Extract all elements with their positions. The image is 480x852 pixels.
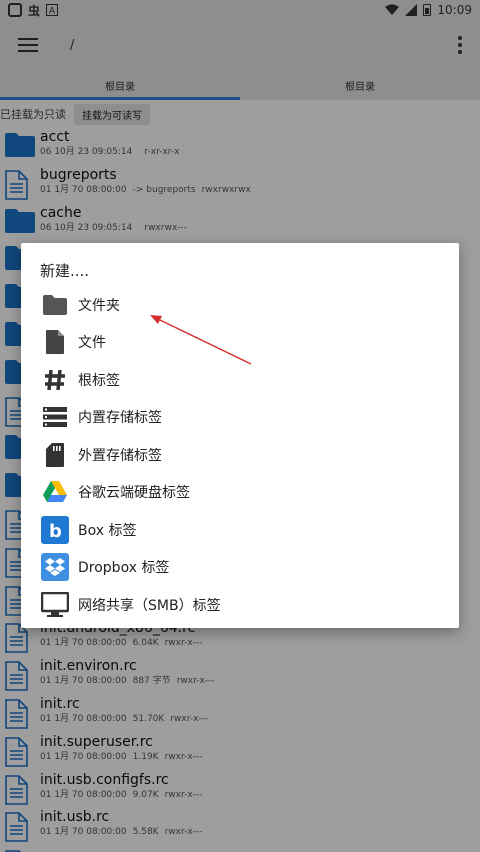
google-drive-icon: [41, 478, 69, 506]
smb-share-item[interactable]: 网络共享（SMB）标签: [21, 586, 459, 624]
google-drive-item[interactable]: 谷歌云端硬盘标签: [21, 474, 459, 512]
box-item[interactable]: b Box 标签: [21, 511, 459, 549]
folder-icon: [41, 291, 69, 319]
monitor-icon: [41, 591, 69, 619]
external-storage-item[interactable]: 外置存储标签: [21, 436, 459, 474]
sd-card-icon: [41, 441, 69, 469]
root-bookmark-item[interactable]: 根标签: [21, 361, 459, 399]
box-icon: b: [41, 515, 69, 544]
internal-storage-item[interactable]: 内置存储标签: [21, 399, 459, 437]
new-dialog: 新建.... 文件夹 文件 根标签 内置存储标签 外置存储标签 谷歌云端硬盘标签…: [21, 243, 459, 628]
new-folder-label: 文件夹: [78, 297, 120, 314]
hash-icon: [41, 366, 69, 394]
new-file-item[interactable]: 文件: [21, 324, 459, 362]
new-file-label: 文件: [78, 335, 106, 352]
storage-icon: [41, 403, 69, 431]
new-folder-item[interactable]: 文件夹: [21, 286, 459, 324]
root-bookmark-label: 根标签: [78, 372, 120, 389]
dropbox-label: Dropbox 标签: [78, 560, 170, 577]
svg-text:b: b: [49, 521, 62, 542]
dropbox-item[interactable]: Dropbox 标签: [21, 549, 459, 587]
external-storage-label: 外置存储标签: [78, 447, 162, 464]
file-icon: [41, 328, 69, 356]
dialog-title: 新建....: [40, 262, 90, 280]
box-label: Box 标签: [78, 522, 137, 539]
smb-share-label: 网络共享（SMB）标签: [78, 597, 221, 614]
google-drive-label: 谷歌云端硬盘标签: [78, 485, 190, 502]
dropbox-icon: [41, 553, 69, 582]
internal-storage-label: 内置存储标签: [78, 410, 162, 427]
